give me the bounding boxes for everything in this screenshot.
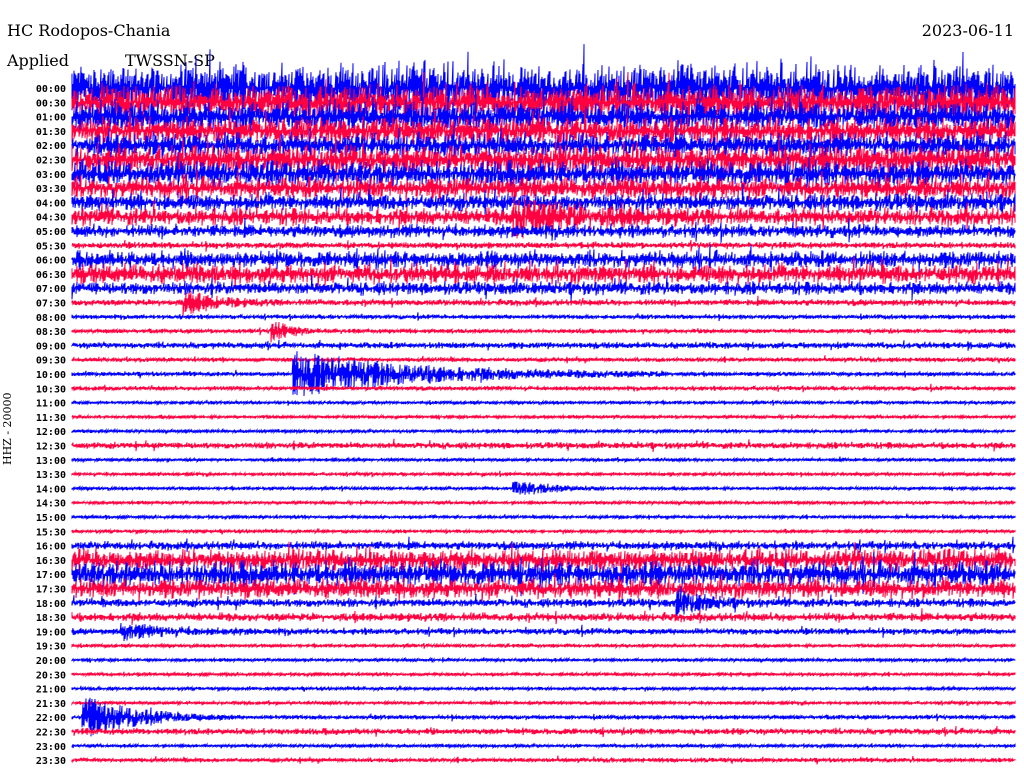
trace-1330	[71, 470, 1016, 478]
trace-2000	[71, 656, 1016, 664]
row-time-label: 10:00	[36, 370, 66, 381]
trace-2100	[71, 685, 1016, 693]
trace-2330	[71, 755, 1016, 765]
trace-1300	[71, 456, 1016, 464]
trace-1100	[71, 399, 1016, 407]
row-time-label: 12:00	[36, 427, 66, 438]
row-time-label: 19:30	[36, 642, 66, 653]
trace-1130	[71, 413, 1016, 421]
row-time-label: 00:00	[36, 84, 66, 95]
trace-0830	[71, 321, 1016, 343]
row-time-label: 16:00	[36, 542, 66, 553]
trace-1830	[71, 608, 1016, 626]
row-time-label: 15:00	[36, 513, 66, 524]
trace-1030	[71, 383, 1016, 393]
trace-1430	[71, 499, 1016, 507]
row-time-label: 04:30	[36, 213, 66, 224]
row-time-label: 08:30	[36, 327, 66, 338]
row-time-label: 19:00	[36, 627, 66, 638]
row-time-label: 16:30	[36, 556, 66, 567]
trace-1200	[71, 427, 1016, 435]
row-time-label: 11:30	[36, 413, 66, 424]
trace-1500	[71, 513, 1016, 521]
trace-0900	[71, 339, 1016, 351]
trace-1400	[71, 481, 1016, 495]
row-time-label: 22:30	[36, 728, 66, 739]
scale-label: HHZ - 20000	[1, 392, 14, 465]
trace-2130	[71, 699, 1016, 707]
row-time-label: 13:00	[36, 456, 66, 467]
trace-1930	[71, 642, 1016, 650]
row-time-label: 21:00	[36, 685, 66, 696]
row-time-label: 00:30	[36, 98, 66, 109]
trace-2300	[71, 742, 1016, 750]
row-time-label: 06:30	[36, 270, 66, 281]
trace-1230	[71, 438, 1016, 452]
row-time-label: 14:30	[36, 499, 66, 510]
trace-2030	[71, 670, 1016, 678]
row-time-label: 01:00	[36, 113, 66, 124]
row-time-label: 07:30	[36, 299, 66, 310]
row-time-label: 05:30	[36, 241, 66, 252]
row-time-label: 05:00	[36, 227, 66, 238]
row-time-label: 03:30	[36, 184, 66, 195]
trace-0530	[71, 239, 1016, 252]
trace-0800	[71, 312, 1016, 322]
trace-2230	[71, 725, 1016, 738]
row-time-label: 03:00	[36, 170, 66, 181]
row-time-label: 02:30	[36, 156, 66, 167]
row-time-label: 18:30	[36, 613, 66, 624]
row-time-label: 21:30	[36, 699, 66, 710]
trace-0730	[71, 291, 1016, 316]
row-time-label: 10:30	[36, 384, 66, 395]
row-time-label: 22:00	[36, 713, 66, 724]
trace-0700	[71, 274, 1016, 302]
row-time-label: 20:30	[36, 670, 66, 681]
row-time-label: 12:30	[36, 442, 66, 453]
row-time-label: 06:00	[36, 256, 66, 267]
row-time-label: 11:00	[36, 399, 66, 410]
row-time-label: 04:00	[36, 198, 66, 209]
trace-1900	[71, 623, 1016, 642]
row-time-label: 23:00	[36, 742, 66, 753]
row-time-label: 17:00	[36, 570, 66, 581]
row-time-label: 14:00	[36, 484, 66, 495]
row-time-label: 15:30	[36, 527, 66, 538]
row-time-label: 17:30	[36, 585, 66, 596]
row-time-label: 13:30	[36, 470, 66, 481]
row-time-label: 09:30	[36, 356, 66, 367]
row-time-label: 20:00	[36, 656, 66, 667]
trace-1530	[71, 527, 1016, 535]
row-time-label: 23:30	[36, 756, 66, 767]
row-time-label: 18:00	[36, 599, 66, 610]
trace-0930	[71, 355, 1016, 364]
row-time-label: 01:30	[36, 127, 66, 138]
row-time-label: 07:00	[36, 284, 66, 295]
row-time-label: 02:00	[36, 141, 66, 152]
row-time-label: 09:00	[36, 341, 66, 352]
helicorder-plot: 00:00 00:30 01:00 01:30 02:00 02:30 03:00 03:30…	[36, 44, 1016, 767]
row-time-label: 08:00	[36, 313, 66, 324]
